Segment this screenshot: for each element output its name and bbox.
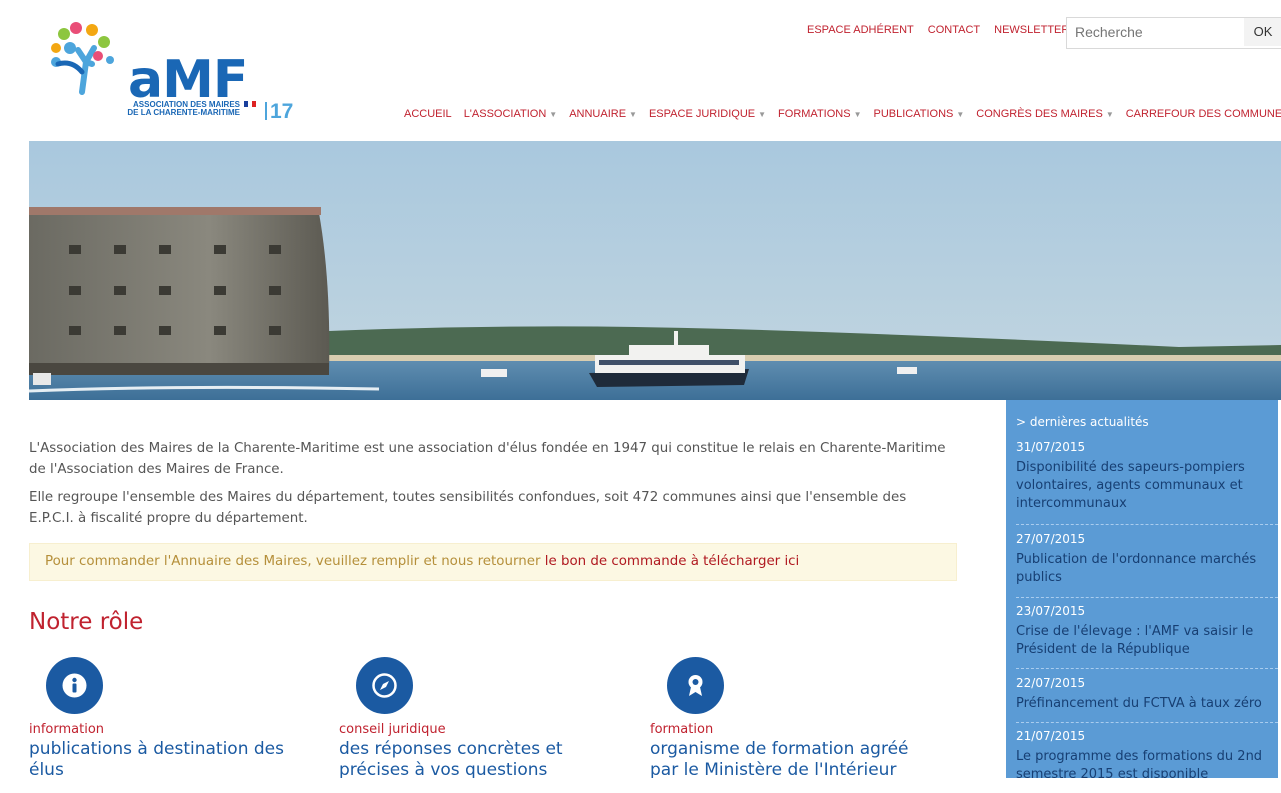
page-bottom-edge [0,778,1281,793]
intro-paragraph: L'Association des Maires de la Charente-… [29,441,946,477]
caret-down-icon: ▼ [549,110,558,119]
role-category: information [29,722,105,737]
caret-down-icon: ▼ [956,110,965,119]
role-description: des réponses concrètes et précises à vos… [339,739,563,780]
news-divider [1016,597,1278,598]
news-date: 22/07/2015 [1016,676,1086,690]
search-box: OK [1066,17,1281,49]
news-title[interactable]: Crise de l'élevage : l'AMF va saisir le … [1016,623,1274,659]
logo-subtitle: ASSOCIATION DES MAIRES DE LA CHARENTE-MA… [127,100,240,117]
link-newsletter[interactable]: NEWSLETTER [994,24,1069,36]
role-information[interactable]: information publications à destination d… [29,657,319,781]
members-paragraph: Elle regroupe l'ensemble des Maires du d… [29,490,907,526]
role-category: conseil juridique [339,722,446,737]
link-contact[interactable]: CONTACT [928,24,980,36]
news-heading[interactable]: > dernières actualités [1016,415,1149,429]
latest-news-panel: > dernières actualités 31/07/2015 Dispon… [1006,400,1278,778]
order-notice: Pour commander l'Annuaire des Maires, ve… [29,543,957,581]
amf-logo[interactable]: aMF ASSOCIATION DES MAIRES DE LA CHARENT… [48,20,308,125]
search-input[interactable] [1067,18,1258,46]
nav-publications[interactable]: PUBLICATIONS ▼ [873,108,964,120]
news-date: 31/07/2015 [1016,440,1086,454]
news-title[interactable]: Disponibilité des sapeurs-pompiers volon… [1016,459,1274,513]
news-title[interactable]: Préfinancement du FCTVA à taux zéro [1016,695,1274,713]
nav-annuaire[interactable]: ANNUAIRE ▼ [569,108,637,120]
logo-separator [265,102,267,120]
news-divider [1016,722,1278,723]
site-header: aMF ASSOCIATION DES MAIRES DE LA CHARENT… [0,0,1281,140]
news-title[interactable]: Publication de l'ordonnance marchés publ… [1016,551,1274,587]
caret-down-icon: ▼ [1105,110,1114,119]
top-links: ESPACE ADHÉRENT CONTACT NEWSLETTER [807,24,1069,36]
role-description: organisme de formation agréé par le Mini… [650,739,909,780]
notice-text: Pour commander l'Annuaire des Maires, ve… [45,554,545,569]
order-form-link[interactable]: le bon de commande à télécharger ici [545,554,800,569]
compass-icon [356,657,413,714]
nav-association[interactable]: L'ASSOCIATION ▼ [464,108,558,120]
section-title: Notre rôle [29,609,144,635]
news-date: 27/07/2015 [1016,532,1086,546]
link-espace-adherent[interactable]: ESPACE ADHÉRENT [807,24,914,36]
news-date: 23/07/2015 [1016,604,1086,618]
nav-formations[interactable]: FORMATIONS ▼ [778,108,861,120]
caret-down-icon: ▼ [629,110,637,119]
award-icon [667,657,724,714]
search-ok-button[interactable]: OK [1244,18,1281,46]
role-formation[interactable]: formation organisme de formation agréé p… [650,657,940,781]
french-flag-icon [244,101,256,107]
hero-banner-image [29,141,1281,400]
role-description: publications à destination des élus [29,739,284,780]
tree-hands-icon [51,22,114,95]
caret-down-icon: ▼ [758,110,767,119]
logo-department-number: 17 [270,100,294,123]
news-divider [1016,668,1278,669]
nav-carrefour-des-communes[interactable]: CARREFOUR DES COMMUNES▼ [1126,108,1281,120]
role-category: formation [650,722,714,737]
nav-accueil[interactable]: ACCUEIL [404,108,452,120]
info-icon [46,657,103,714]
news-divider [1016,524,1278,525]
nav-congres-des-maires[interactable]: CONGRÈS DES MAIRES ▼ [976,108,1113,120]
role-conseil-juridique[interactable]: conseil juridique des réponses concrètes… [339,657,629,781]
main-navigation: ACCUEIL L'ASSOCIATION ▼ ANNUAIRE ▼ ESPACE … [404,108,1281,120]
news-date: 21/07/2015 [1016,729,1086,743]
news-title[interactable]: Le programme des formations du 2nd semes… [1016,748,1274,778]
caret-down-icon: ▼ [853,110,862,119]
nav-espace-juridique[interactable]: ESPACE JURIDIQUE ▼ [649,108,766,120]
